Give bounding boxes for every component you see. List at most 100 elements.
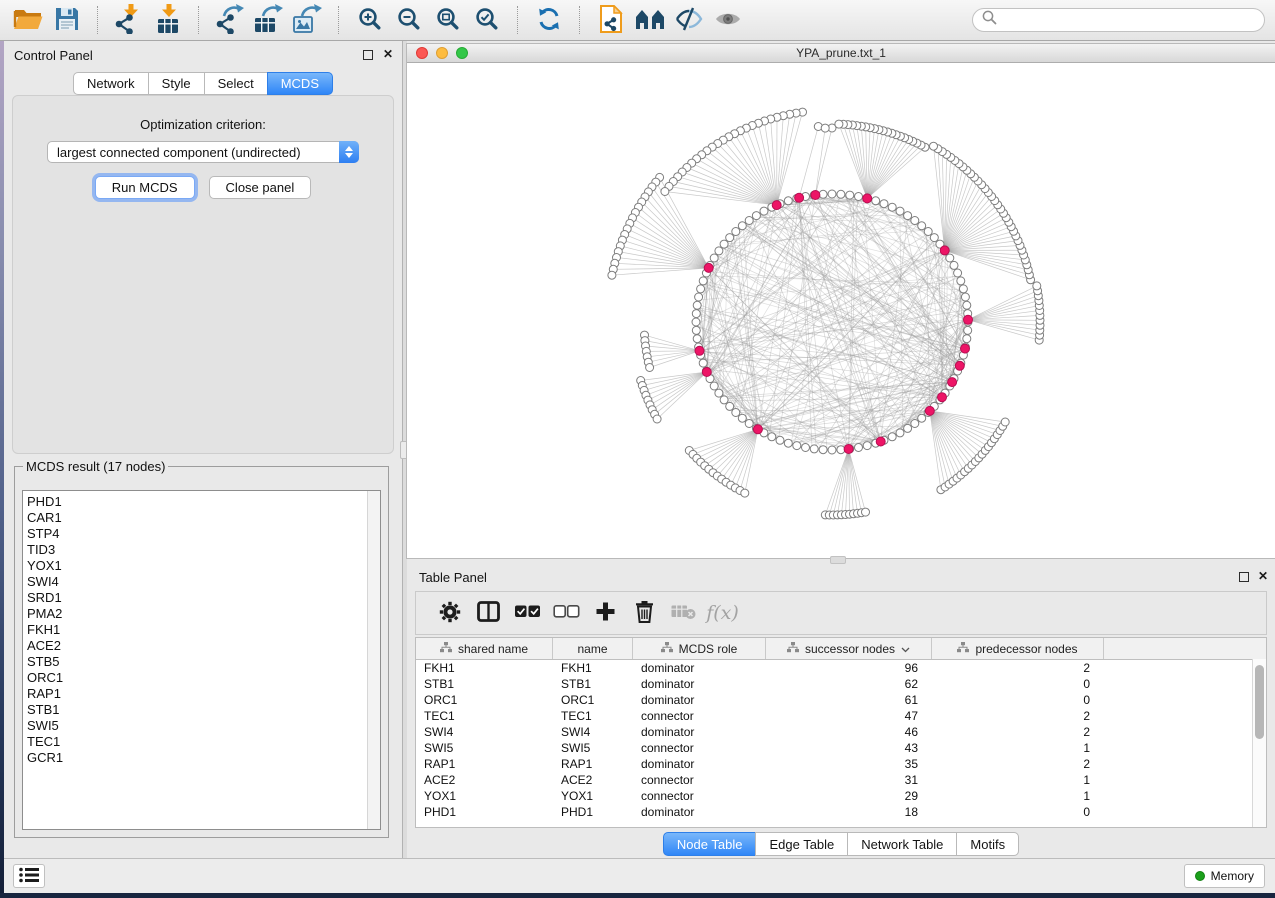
column-header-name[interactable]: name [553,638,633,659]
mcds-result-item[interactable]: TEC1 [27,734,380,750]
mcds-result-item[interactable]: SRD1 [27,590,380,606]
mcds-result-item[interactable]: SWI5 [27,718,380,734]
minimize-window-button[interactable] [436,47,448,59]
show-elements-button[interactable] [710,3,746,37]
refresh-button[interactable] [531,3,567,37]
zoom-selected-button[interactable] [469,3,505,37]
export-image-icon [292,4,324,37]
mcds-result-item[interactable]: STP4 [27,526,380,542]
column-header-predecessor-nodes[interactable]: predecessor nodes [932,638,1104,659]
mcds-result-item[interactable]: GCR1 [27,750,380,766]
mcds-result-item[interactable]: FKH1 [27,622,380,638]
network-search-icon [635,7,665,34]
tab-style[interactable]: Style [148,72,205,95]
table-row[interactable]: YOX1YOX1connector291 [416,788,1266,804]
mcds-result-item[interactable]: RAP1 [27,686,380,702]
column-header-successor-nodes[interactable]: successor nodes [766,638,932,659]
search-icon [982,10,997,30]
zoom-fit-button[interactable] [430,3,466,37]
column-header-shared-name[interactable]: shared name [416,638,553,659]
org-chart-icon [787,642,799,656]
mcds-result-item[interactable]: SWI4 [27,574,380,590]
table-row[interactable]: RAP1RAP1dominator352 [416,756,1266,772]
close-window-button[interactable] [416,47,428,59]
share-document-button[interactable] [593,3,629,37]
table-cell: 47 [766,708,932,724]
import-table-button[interactable] [150,3,186,37]
export-network-icon [214,4,246,37]
table-row[interactable]: TEC1TEC1connector472 [416,708,1266,724]
zoom-in-button[interactable] [352,3,388,37]
tab-select[interactable]: Select [204,72,268,95]
zoom-out-button[interactable] [391,3,427,37]
table-tab-node-table[interactable]: Node Table [663,832,757,856]
mcds-result-item[interactable]: STB5 [27,654,380,670]
table-cell: STB1 [416,676,553,692]
tab-mcds[interactable]: MCDS [267,72,333,95]
column-header-MCDS-role[interactable]: MCDS role [633,638,766,659]
run-mcds-button[interactable]: Run MCDS [95,176,195,199]
mcds-panel: Optimization criterion: largest connecte… [12,95,394,454]
panel-list-button[interactable] [13,864,45,888]
table-settings-button[interactable] [430,601,469,626]
delete-row-button[interactable] [625,600,664,626]
mcds-result-item[interactable]: ORC1 [27,670,380,686]
mcds-result-item[interactable]: PHD1 [27,494,380,510]
deselect-all-button[interactable] [547,604,586,622]
horizontal-splitter-grip[interactable] [830,556,846,564]
table-tab-motifs[interactable]: Motifs [956,832,1019,856]
mcds-result-item[interactable]: CAR1 [27,510,380,526]
export-network-button[interactable] [212,3,248,37]
close-table-panel-icon[interactable]: ✕ [1258,569,1268,583]
mcds-result-item[interactable]: STB1 [27,702,380,718]
table-cell: SWI5 [416,740,553,756]
network-window-titlebar[interactable]: YPA_prune.txt_1 [407,44,1275,63]
close-mcds-panel-button[interactable]: Close panel [209,176,312,199]
criterion-dropdown[interactable]: largest connected component (undirected) [47,141,359,163]
toolbar-separator [517,6,519,34]
tab-network[interactable]: Network [73,72,149,95]
mcds-result-item[interactable]: PMA2 [27,606,380,622]
table-row[interactable]: ACE2ACE2connector311 [416,772,1266,788]
table-cell: 31 [766,772,932,788]
add-row-button[interactable] [586,601,625,625]
import-network-button[interactable] [111,3,147,37]
show-columns-button[interactable] [469,601,508,625]
mcds-result-scrollbar[interactable] [367,491,380,829]
select-all-button[interactable] [508,604,547,622]
mcds-result-title: MCDS result (17 nodes) [23,459,168,474]
table-row[interactable]: ORC1ORC1dominator610 [416,692,1266,708]
search-input[interactable] [1002,12,1255,29]
float-panel-icon[interactable] [363,50,373,60]
table-cell: 0 [932,692,1104,708]
export-table-button[interactable] [251,3,287,37]
table-cell: connector [633,772,766,788]
table-row[interactable]: FKH1FKH1dominator962 [416,660,1266,676]
memory-label: Memory [1211,869,1254,883]
network-search-button[interactable] [632,3,668,37]
mcds-result-item[interactable]: YOX1 [27,558,380,574]
memory-button[interactable]: Memory [1184,864,1265,888]
mcds-result-item[interactable]: ACE2 [27,638,380,654]
save-session-button[interactable] [49,3,85,37]
table-scrollbar-thumb[interactable] [1255,665,1264,739]
export-image-button[interactable] [290,3,326,37]
maximize-window-button[interactable] [456,47,468,59]
open-file-button[interactable] [10,3,46,37]
table-row[interactable]: STB1STB1dominator620 [416,676,1266,692]
hide-elements-button[interactable] [671,3,707,37]
table-tab-edge-table[interactable]: Edge Table [755,832,848,856]
table-row[interactable]: PHD1PHD1dominator180 [416,804,1266,820]
mcds-result-item[interactable]: TID3 [27,542,380,558]
float-table-panel-icon[interactable] [1239,572,1249,582]
table-row[interactable]: SWI5SWI5connector431 [416,740,1266,756]
dropdown-stepper-icon[interactable] [339,141,359,163]
table-tab-network-table[interactable]: Network Table [847,832,957,856]
close-panel-icon[interactable]: ✕ [383,47,393,61]
table-row[interactable]: SWI4SWI4dominator462 [416,724,1266,740]
network-graph-svg [407,63,1275,558]
table-cell: 29 [766,788,932,804]
table-scrollbar[interactable] [1252,659,1266,827]
network-canvas[interactable] [407,63,1275,558]
search-box[interactable] [972,8,1265,32]
